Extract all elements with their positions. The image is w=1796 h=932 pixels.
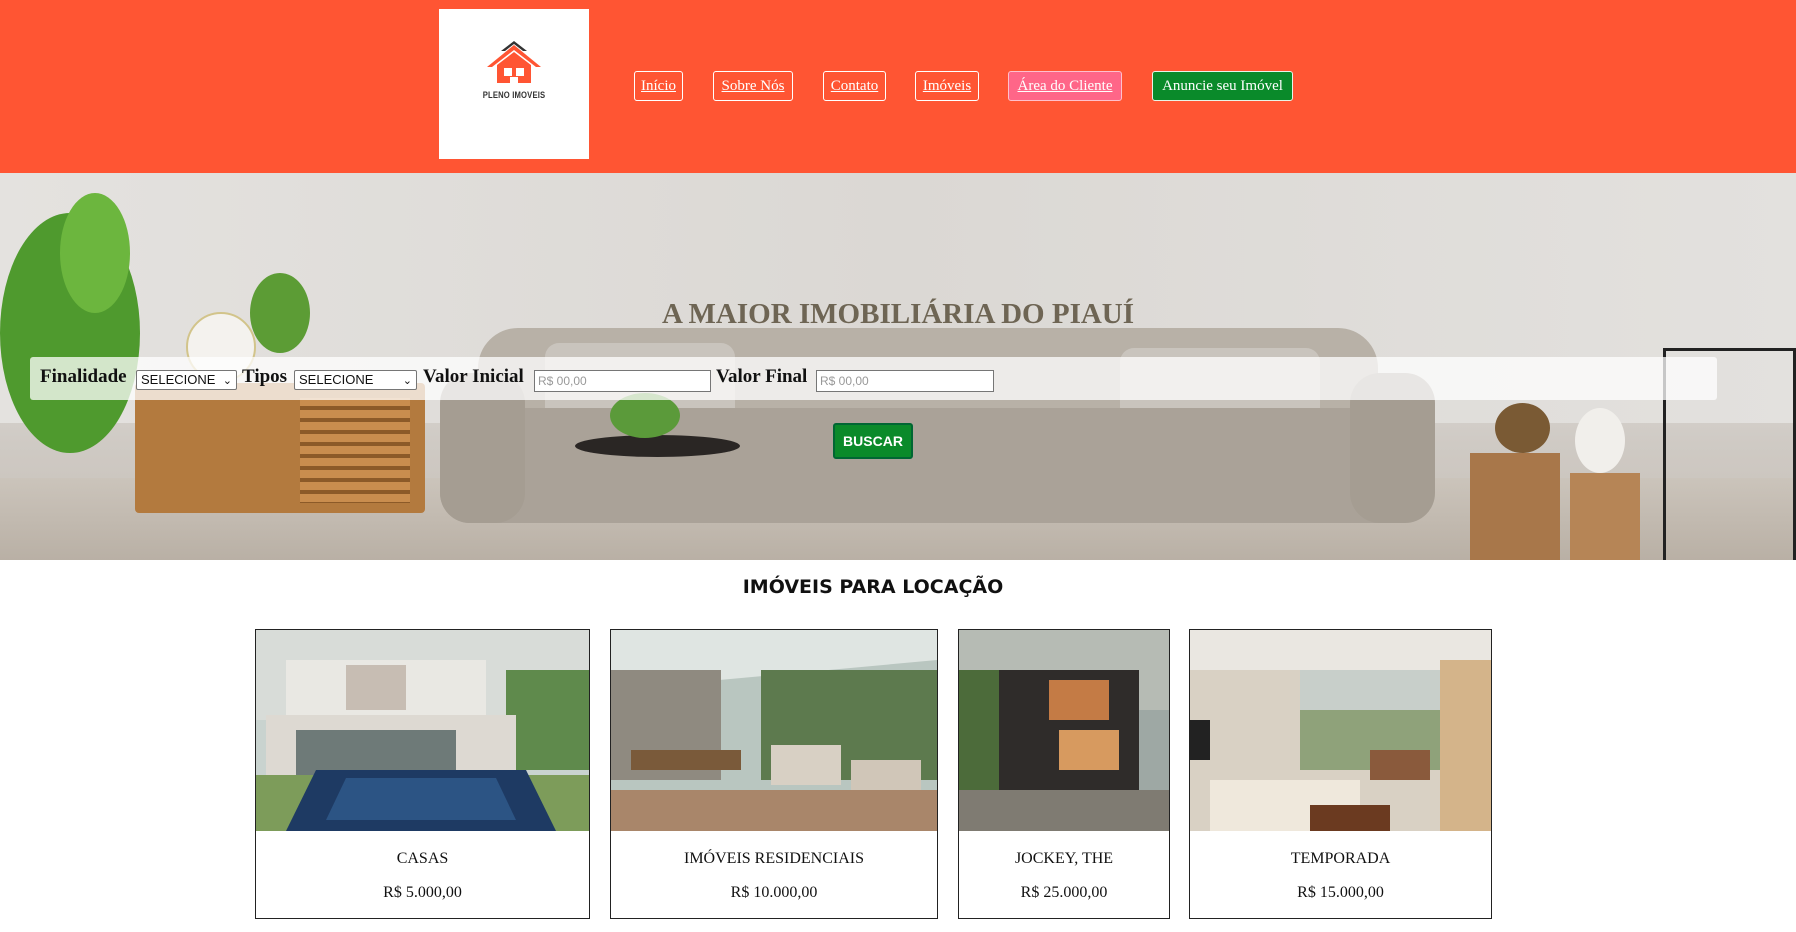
house-pool-image [256, 630, 589, 831]
valor-final-input[interactable]: R$ 00,00 [816, 370, 994, 392]
chevron-down-icon: ⌄ [402, 375, 412, 387]
listing-photo-temporada[interactable] [1190, 630, 1491, 831]
terrace-image [611, 630, 937, 831]
finalidade-label: Finalidade [40, 366, 127, 387]
tipos-label: Tipos [242, 366, 288, 387]
listing-photo-casas[interactable] [256, 630, 589, 831]
valor-inicial-label: Valor Inicial [423, 366, 524, 387]
nav-contato[interactable]: Contato [823, 71, 886, 101]
tipos-select-value: SELECIONE [299, 372, 374, 387]
section-title: IMÓVEIS PARA LOCAÇÃO [742, 576, 1004, 598]
listing-photo-jockey[interactable] [959, 630, 1169, 831]
buscar-button[interactable]: BUSCAR [833, 423, 913, 459]
chevron-down-icon: ⌄ [222, 375, 232, 387]
nav-imoveis[interactable]: Imóveis [915, 71, 979, 101]
logo[interactable]: PLENO IMOVEIS [439, 9, 589, 159]
listing-card[interactable]: IMÓVEIS RESIDENCIAIS R$ 10.000,00 [610, 629, 938, 919]
nav-sobre-nos[interactable]: Sobre Nós [713, 71, 793, 101]
hero-sculpture [1495, 403, 1550, 453]
listing-price: R$ 25.000,00 [1020, 884, 1108, 901]
valor-final-label: Valor Final [716, 366, 808, 387]
house-logo-icon [487, 41, 541, 83]
nav-area-do-cliente[interactable]: Área do Cliente [1008, 71, 1122, 101]
listing-name: IMÓVEIS RESIDENCIAIS [684, 850, 864, 867]
listing-name: JOCKEY, THE [1014, 850, 1114, 867]
valor-inicial-input[interactable]: R$ 00,00 [534, 370, 711, 392]
hero-vase [1575, 408, 1625, 473]
hero-title: A MAIOR IMOBILIÁRIA DO PIAUÍ [661, 298, 1135, 330]
listing-price: R$ 5.000,00 [383, 884, 462, 901]
listing-photo-residenciais[interactable] [611, 630, 937, 831]
hero-plant-left-2 [60, 193, 130, 313]
nav-anuncie-button[interactable]: Anuncie seu Imóvel [1152, 71, 1293, 101]
listing-card[interactable]: JOCKEY, THE R$ 25.000,00 [958, 629, 1170, 919]
hero-coffee-table [575, 435, 740, 457]
listing-price: R$ 15.000,00 [1297, 884, 1384, 901]
hero-shelf-slats [300, 398, 410, 503]
finalidade-select-value: SELECIONE [141, 372, 216, 387]
listing-name: CASAS [396, 850, 449, 867]
listing-card[interactable]: TEMPORADA R$ 15.000,00 [1189, 629, 1492, 919]
listing-name: TEMPORADA [1290, 850, 1391, 867]
listing-price: R$ 10.000,00 [730, 884, 818, 901]
modern-house-image [959, 630, 1169, 831]
living-room-image [1190, 630, 1491, 831]
nav-inicio[interactable]: Início [634, 71, 683, 101]
hero-wood-cube [1570, 473, 1640, 560]
hero-wood-cube [1470, 453, 1560, 560]
finalidade-select[interactable]: SELECIONE ⌄ [136, 370, 237, 390]
logo-text: PLENO IMOVEIS [482, 90, 546, 100]
listing-card[interactable]: CASAS R$ 5.000,00 [255, 629, 590, 919]
site-header: PLENO IMOVEIS Início Sobre Nós Contato I… [0, 0, 1796, 173]
hero-sofa-seat [440, 408, 1430, 523]
tipos-select[interactable]: SELECIONE ⌄ [294, 370, 417, 390]
